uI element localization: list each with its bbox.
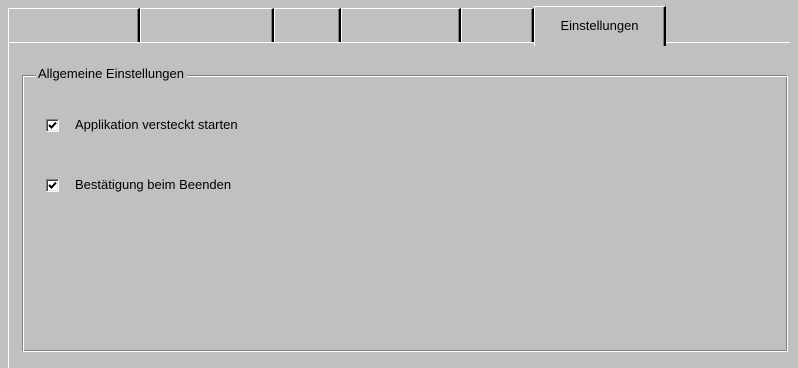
start-hidden-label: Applikation versteckt starten bbox=[75, 117, 238, 132]
tab-2[interactable] bbox=[140, 8, 274, 42]
check-mark-icon bbox=[48, 121, 57, 129]
check-mark-icon bbox=[48, 181, 57, 189]
start-hidden-checkbox[interactable] bbox=[46, 119, 59, 132]
tab-5[interactable] bbox=[461, 8, 534, 42]
confirm-exit-checkbox[interactable] bbox=[46, 179, 59, 192]
tab-4[interactable] bbox=[341, 8, 461, 42]
group-title: Allgemeine Einstellungen bbox=[36, 66, 187, 81]
tab-3[interactable] bbox=[274, 8, 341, 42]
confirm-exit-label: Bestätigung beim Beenden bbox=[75, 177, 232, 192]
tab-einstellungen[interactable]: Einstellungen bbox=[534, 6, 666, 46]
tab-1[interactable] bbox=[8, 8, 140, 42]
tab-label: Einstellungen bbox=[560, 18, 639, 33]
tab-strip: Einstellungen bbox=[8, 6, 798, 46]
